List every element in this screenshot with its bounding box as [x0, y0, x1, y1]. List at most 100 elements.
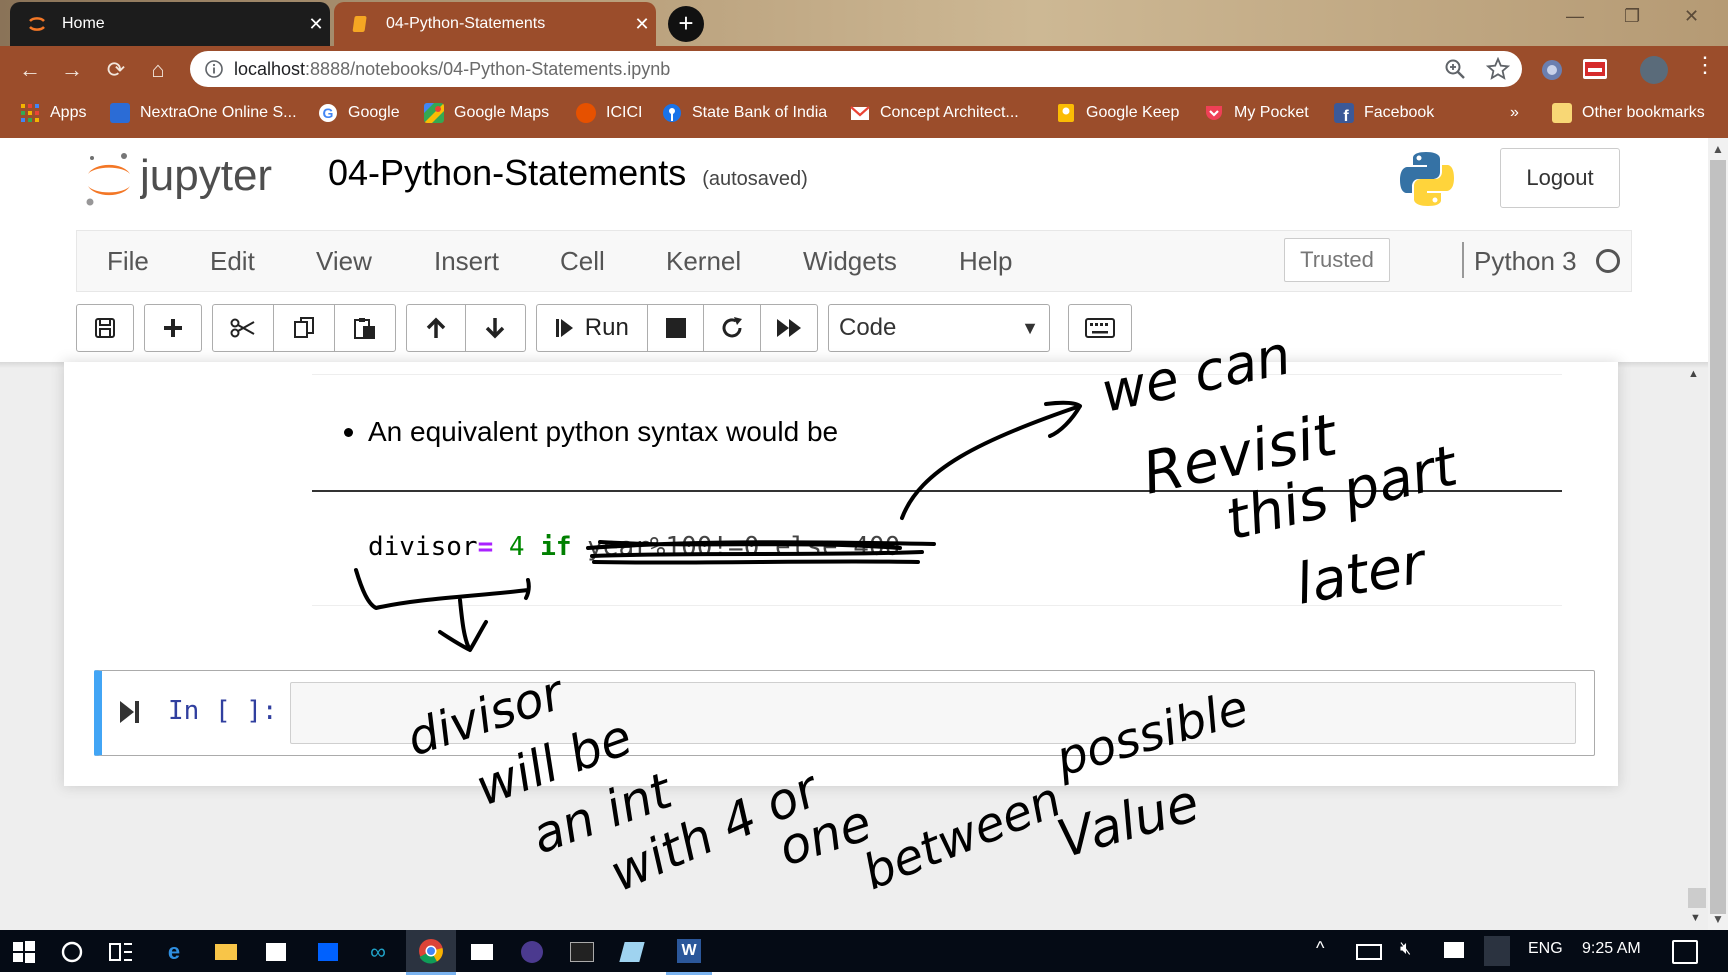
menu-widgets[interactable]: Widgets [803, 246, 897, 277]
stop-icon [665, 318, 686, 338]
jupyter-logo[interactable]: jupyter [84, 150, 316, 210]
eclipse-icon[interactable] [518, 938, 546, 966]
menu-file[interactable]: File [107, 246, 149, 277]
mail-icon[interactable] [468, 938, 496, 966]
menu-view[interactable]: View [316, 246, 372, 277]
kernel-name[interactable]: Python 3 [1474, 246, 1577, 277]
new-tab-button[interactable]: + [668, 6, 704, 42]
bookmark-sbi[interactable]: State Bank of India [662, 100, 827, 126]
bookmark-concept-architect[interactable]: Concept Architect... [850, 100, 1019, 126]
bookmark-label: Concept Architect... [880, 104, 1019, 121]
bookmark-facebook[interactable]: f Facebook [1334, 100, 1434, 126]
logout-button[interactable]: Logout [1500, 148, 1620, 208]
scrollbar-thumb[interactable] [1710, 160, 1726, 914]
run-button[interactable]: Run [537, 305, 648, 351]
arduino-icon[interactable]: ∞ [364, 938, 392, 966]
code-cell-input[interactable] [290, 682, 1576, 744]
dropbox-icon[interactable] [314, 938, 342, 966]
task-view-icon[interactable] [108, 940, 134, 964]
tab-notebook-close-icon[interactable]: ✕ [628, 14, 656, 35]
bookmark-google-keep[interactable]: Google Keep [1056, 100, 1179, 126]
restart-icon [722, 317, 743, 338]
move-up-button[interactable] [407, 305, 466, 351]
toolbar-group-run: Run [536, 304, 818, 352]
bookmark-other-bookmarks[interactable]: Other bookmarks [1552, 100, 1705, 126]
cut-button[interactable] [213, 305, 274, 351]
bookmarks-overflow-button[interactable]: » [1510, 100, 1519, 126]
reload-icon[interactable]: ⟳ [102, 56, 130, 84]
forward-icon[interactable]: → [58, 56, 86, 84]
bookmark-icici[interactable]: ICICI [576, 100, 642, 126]
bookmark-google-maps[interactable]: Google Maps [424, 100, 549, 126]
scroll-down-arrow-icon[interactable]: ▼ [1712, 912, 1724, 926]
menu-edit[interactable]: Edit [210, 246, 255, 277]
bookmark-google[interactable]: G Google [318, 100, 400, 126]
minimize-icon[interactable]: — [1566, 6, 1584, 27]
save-status: (autosaved) [702, 168, 808, 190]
restart-run-all-button[interactable] [761, 305, 817, 351]
restore-icon[interactable]: ❐ [1624, 6, 1640, 27]
save-button[interactable] [77, 305, 133, 351]
extension-icon[interactable] [1540, 58, 1564, 82]
terminal-icon[interactable] [568, 938, 596, 966]
menu-help[interactable]: Help [959, 246, 1012, 277]
bookmark-my-pocket[interactable]: My Pocket [1204, 100, 1309, 126]
save-icon [95, 318, 115, 338]
site-info-icon[interactable] [204, 59, 224, 79]
address-bar[interactable]: localhost:8888/notebooks/04-Python-State… [190, 51, 1522, 87]
window-close-icon[interactable]: ✕ [1684, 6, 1699, 27]
word-taskbar-button[interactable]: W [666, 930, 712, 975]
file-explorer-icon[interactable] [212, 938, 240, 966]
jupyter-favicon-icon [26, 13, 48, 35]
show-hidden-icons-icon[interactable]: ^ [1316, 938, 1324, 959]
copy-button[interactable] [274, 305, 335, 351]
notepad-icon[interactable] [618, 938, 646, 966]
code-number: 4 [493, 532, 541, 562]
chrome-taskbar-button[interactable] [406, 930, 456, 975]
paste-button[interactable] [335, 305, 395, 351]
cell-type-select[interactable]: Code ▼ [828, 304, 1050, 352]
interrupt-button[interactable] [648, 305, 705, 351]
run-cell-icon[interactable] [118, 698, 142, 726]
windows-start-icon[interactable] [12, 940, 36, 964]
gmail-icon [850, 106, 870, 120]
scroll-up-arrow-icon[interactable]: ▲ [1712, 142, 1724, 156]
edge-browser-icon[interactable]: e [160, 938, 188, 966]
extension-red-icon[interactable] [1582, 56, 1608, 82]
volume-muted-icon[interactable]: 🔇︎ [1400, 938, 1411, 959]
battery-icon[interactable] [1356, 944, 1382, 960]
language-indicator[interactable]: ENG [1528, 940, 1563, 958]
inner-scroll-up-icon[interactable]: ▲ [1688, 368, 1699, 380]
bookmark-star-icon[interactable] [1486, 57, 1510, 81]
notebook-title[interactable]: 04-Python-Statements (autosaved) [328, 152, 808, 194]
browser-menu-icon[interactable]: ⋮ [1694, 52, 1716, 78]
command-palette-button[interactable] [1069, 305, 1131, 351]
inner-scroll-down-icon[interactable]: ▼ [1690, 912, 1701, 924]
bookmark-apps[interactable]: Apps [20, 100, 86, 126]
svg-text:f: f [1343, 108, 1349, 123]
profile-avatar[interactable] [1640, 56, 1668, 84]
tab-home[interactable]: Home ✕ [10, 2, 330, 46]
menu-kernel[interactable]: Kernel [666, 246, 741, 277]
dropbox-tray-icon[interactable] [1444, 942, 1464, 958]
search-icon[interactable] [60, 940, 84, 964]
kernel-separator [1462, 242, 1464, 278]
notifications-icon[interactable] [1672, 940, 1698, 964]
tab-home-close-icon[interactable]: ✕ [302, 14, 330, 35]
tab-notebook[interactable]: 04-Python-Statements ✕ [334, 2, 656, 46]
bookmark-nextraone[interactable]: NextraOne Online S... [110, 100, 297, 126]
restart-button[interactable] [704, 305, 762, 351]
home-icon[interactable]: ⌂ [144, 56, 172, 84]
insert-cell-button[interactable] [145, 305, 201, 351]
menu-cell[interactable]: Cell [560, 246, 605, 277]
trusted-indicator[interactable]: Trusted [1284, 238, 1390, 282]
move-down-button[interactable] [466, 305, 524, 351]
inner-scrollbar-thumb[interactable] [1688, 888, 1706, 908]
zoom-icon[interactable] [1444, 58, 1466, 80]
clock[interactable]: 9:25 AM [1582, 940, 1641, 958]
back-icon[interactable]: ← [16, 56, 44, 84]
store-icon[interactable] [262, 938, 290, 966]
menu-insert[interactable]: Insert [434, 246, 499, 277]
notebook-name[interactable]: 04-Python-Statements [328, 152, 686, 193]
pen-workspace-icon[interactable] [1484, 936, 1510, 966]
